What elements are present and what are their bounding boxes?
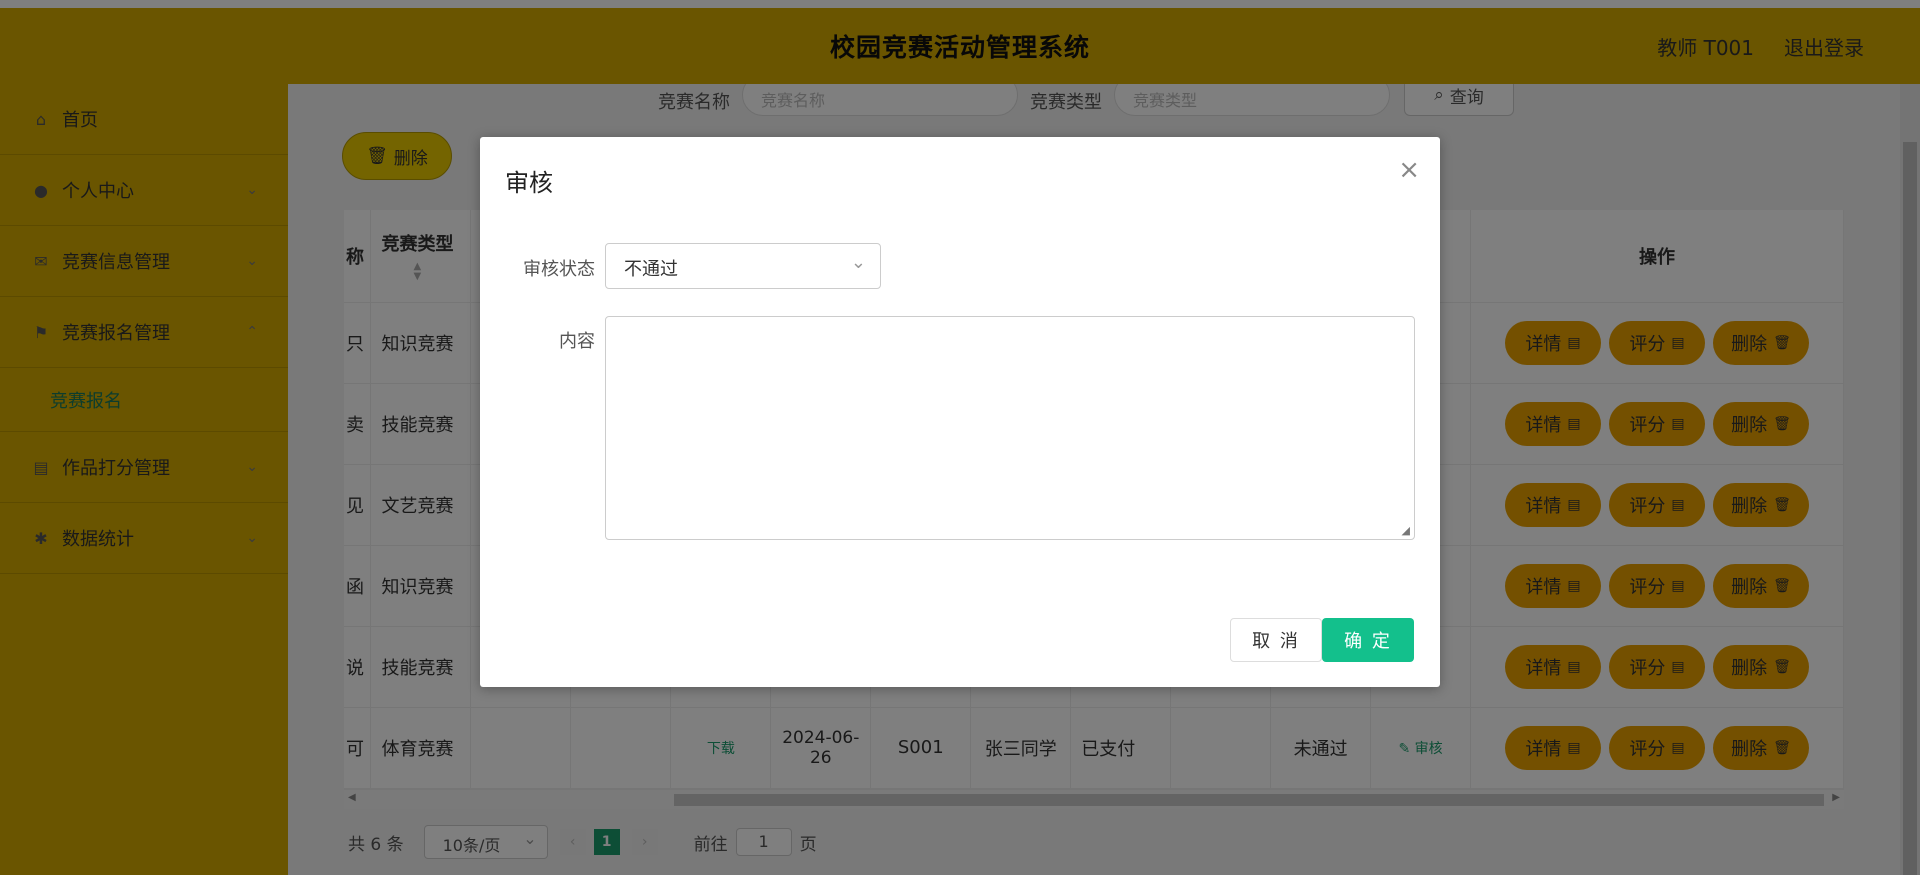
cancel-button[interactable]: 取 消 — [1230, 618, 1322, 662]
close-icon[interactable]: × — [1398, 157, 1420, 183]
review-content-textarea[interactable]: ◢ — [605, 316, 1415, 540]
resize-handle-icon[interactable]: ◢ — [1402, 524, 1410, 537]
chevron-down-icon: ⌄ — [850, 252, 866, 273]
confirm-button[interactable]: 确 定 — [1322, 618, 1414, 662]
review-dialog: 审核 × 审核状态 不通过 ⌄ 内容 ◢ 取 消 确 定 — [480, 137, 1440, 687]
review-status-select[interactable]: 不通过 ⌄ — [605, 243, 881, 289]
status-label: 审核状态 — [523, 259, 595, 280]
content-label: 内容 — [559, 331, 595, 352]
dialog-title: 审核 — [505, 169, 553, 197]
